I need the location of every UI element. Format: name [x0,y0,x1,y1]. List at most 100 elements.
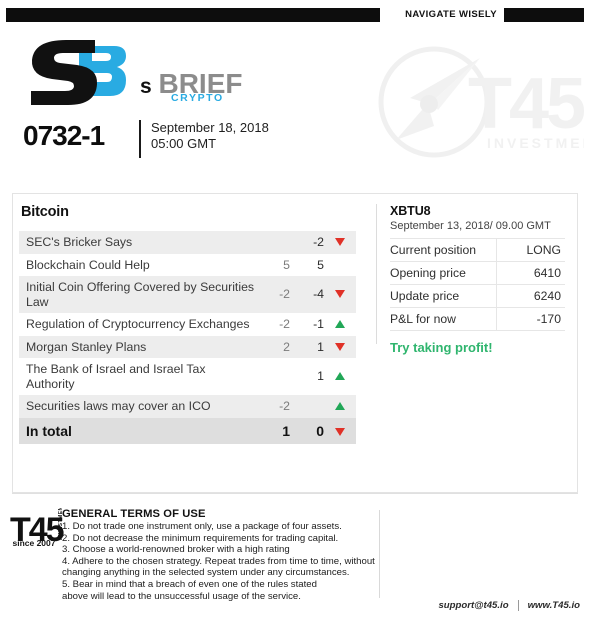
brand-s: s [140,75,152,98]
arrow-down-icon [335,290,345,299]
issue-number: 0732-1 [23,120,105,151]
advice-text: Try taking profit! [390,340,493,355]
t45-watermark-icon: T45 INVESTMENTS [372,40,584,165]
ticker-timestamp: September 13, 2018/ 09.00 GMT [390,220,551,232]
issue-date-line1: September 18, 2018 [151,120,269,135]
total-value-curr: 0 [290,417,324,444]
footer-vertical-divider [379,510,380,598]
arrow-down-icon [335,238,345,246]
svg-text:T45: T45 [468,64,584,144]
position-label: Opening price [390,261,497,285]
position-label: Update price [390,284,497,308]
news-title: Initial Coin Offering Covered by Securit… [19,276,256,313]
arrow-down-icon [335,342,345,351]
position-row: Opening price 6410 [390,261,565,285]
total-value-prev: 1 [256,417,290,444]
position-row: Update price 6240 [390,284,565,308]
s3-logo-icon [22,34,144,109]
news-value-curr: 5 [317,257,324,272]
news-trend [324,395,356,418]
brand-subtitle: CRYPTO [171,92,224,104]
news-trend [324,335,356,358]
news-title: Regulation of Cryptocurrency Exchanges [26,317,250,331]
svg-text:INVESTMENTS: INVESTMENTS [487,135,584,151]
issue-divider [139,120,141,158]
news-value-prev: 2 [256,335,290,358]
terms-lines: 1. Do not trade one instrument only, use… [62,521,375,602]
news-trend [324,231,356,254]
total-label: In total [19,417,256,444]
news-trend [324,358,356,395]
position-value: 6410 [496,261,565,285]
news-value-curr: -2 [290,231,324,254]
table-row[interactable]: Securities laws may cover an ICO -2 [19,395,356,418]
news-title: Blockchain Could Help [26,257,150,272]
contact-separator [517,600,519,611]
terms-line: above will lead to the unsuccessful usag… [62,590,301,602]
position-label: P&L for now [390,307,497,331]
since-label: since 2007 [12,538,56,548]
table-row[interactable]: SEC's Bricker Says -2 [19,231,356,254]
terms-line: 1. Do not trade one instrument only, use… [62,521,342,532]
top-bar-block-left [6,8,380,22]
news-value-curr: 1 [290,335,324,358]
terms-line: changing anything in the selected system… [62,567,350,579]
arrow-up-icon [335,372,345,381]
masthead: s BRIEF CRYPTO 0732-1 September 18, 2018… [0,30,590,175]
news-value-curr: -4 [290,276,324,313]
issue-date-line2: 05:00 GMT [151,136,217,151]
position-panel: XBTU8 September 13, 2018/ 09.00 GMT Curr… [390,204,568,355]
terms-title: GENERAL TERMS OF USE [62,508,206,520]
news-value-curr [290,395,324,418]
terms-line: 5. Bear in mind that a breach of even on… [62,578,317,590]
position-table: Current position LONG Opening price 6410 Upd… [390,238,565,331]
table-row[interactable]: Morgan Stanley Plans 2 1 [19,335,356,358]
support-email[interactable]: support@t45.io [438,600,508,611]
table-row[interactable]: Blockchain Could Help 5 5 [19,254,356,277]
news-trend [324,313,356,336]
news-value-curr: -1 [313,317,324,331]
position-row: P&L for now -170 [390,307,565,331]
position-row: Current position LONG [390,238,565,262]
news-panel: Bitcoin SEC's Bricker Says -2 Blockchain C… [19,204,356,444]
news-title: The Bank of Israel and Israel Tax Author… [26,362,206,391]
news-value-prev: -2 [256,276,290,313]
news-title: SEC's Bricker Says [19,231,256,254]
news-table: SEC's Bricker Says -2 Blockchain Could Hel… [19,231,356,444]
top-bar-block-right [504,8,584,22]
website-link[interactable]: www.T45.io [528,600,580,611]
news-title: Securities laws may cover an ICO [19,395,256,418]
arrow-up-icon [335,320,345,328]
issue-date: September 18, 2018 05:00 GMT [151,120,269,152]
terms-block: GENERAL TERMS OF USE 1. Do not trade one… [62,508,375,602]
footer: T45 INVESTMENTS since 2007 GENERAL TERMS… [0,500,590,626]
panel-divider [376,204,377,344]
table-row[interactable]: Initial Coin Offering Covered by Securit… [19,276,356,313]
page-title: Bitcoin [21,204,69,220]
arrow-up-icon [335,402,345,410]
position-value: LONG [496,238,565,262]
news-value-prev [256,358,290,395]
terms-line: 2. Do not decrease the minimum requireme… [62,532,339,544]
top-bar: NAVIGATE WISELY [0,8,590,22]
ticker-symbol: XBTU8 [390,204,431,218]
news-trend [324,254,356,277]
terms-line: 3. Choose a world-renowned broker with a… [62,544,290,556]
contact-info: support@t45.io www.T45.io [420,600,580,611]
news-value-prev [256,231,290,254]
position-value: 6240 [496,284,565,308]
table-row[interactable]: Regulation of Cryptocurrency Exchanges -2… [19,313,356,336]
main-card: Bitcoin SEC's Bricker Says -2 Blockchain C… [12,193,578,493]
news-value-curr: 1 [317,369,324,384]
position-label: Current position [390,238,497,262]
footer-divider-rule [12,493,578,494]
position-table-body: Current position LONG Opening price 6410 Upd… [390,238,565,331]
news-value-prev: -2 [256,395,290,418]
terms-line: 4. Adhere to the chosen strategy. Repeat… [62,555,375,567]
news-table-body: SEC's Bricker Says -2 Blockchain Could Hel… [19,231,356,444]
news-trend [324,276,356,313]
table-row[interactable]: The Bank of Israel and Israel Tax Author… [19,358,356,395]
position-value: -170 [496,307,565,331]
arrow-down-icon [335,427,345,436]
total-trend [324,417,356,444]
